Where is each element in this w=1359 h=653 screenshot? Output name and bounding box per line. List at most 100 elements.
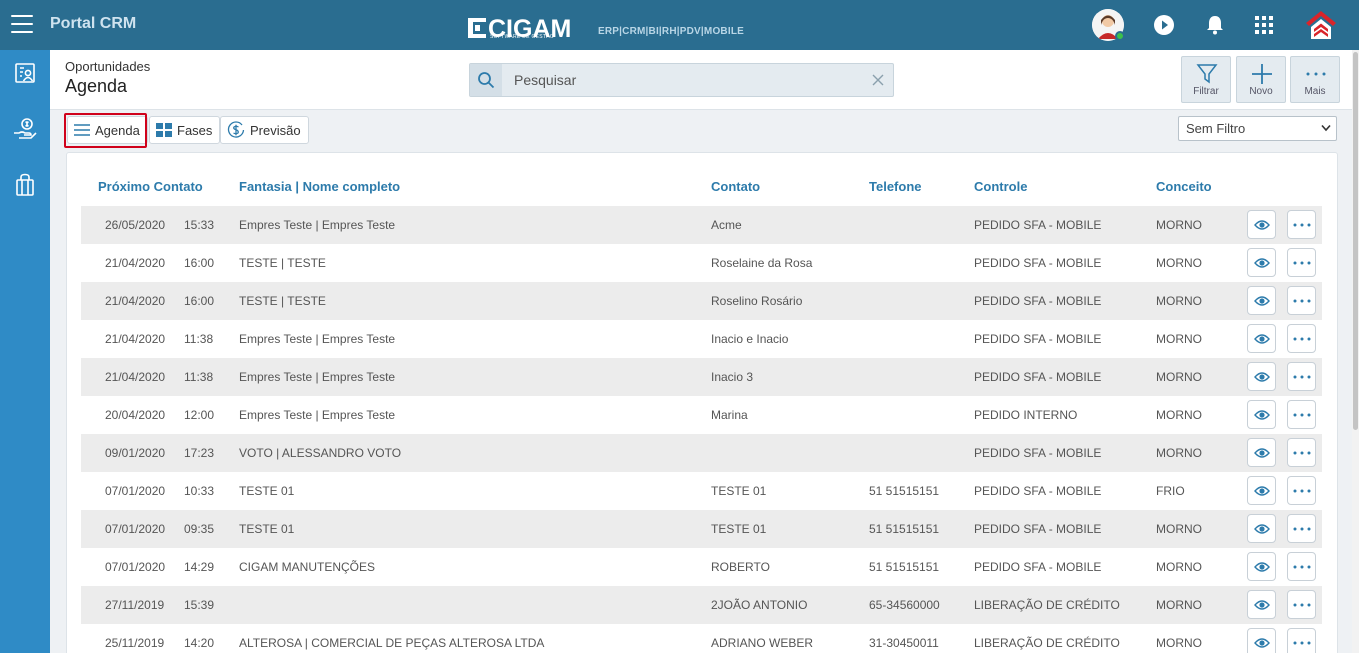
eye-icon	[1253, 637, 1270, 648]
more-icon	[1293, 527, 1310, 530]
filter-icon	[1196, 64, 1218, 84]
row-more-button[interactable]	[1287, 362, 1316, 391]
view-row-button[interactable]	[1247, 476, 1276, 505]
view-row-button[interactable]	[1247, 362, 1276, 391]
table-row[interactable]: 21/04/2020 11:38 Empres Teste | Empres Tes…	[81, 358, 1322, 396]
clear-icon[interactable]	[871, 73, 885, 87]
cell-controle: PEDIDO SFA - MOBILE	[974, 256, 1102, 270]
cell-date: 20/04/2020	[105, 408, 166, 422]
cell-name: Empres Teste | Empres Teste	[239, 218, 396, 232]
more-icon	[1293, 489, 1310, 492]
row-more-button[interactable]	[1287, 438, 1316, 467]
cell-controle: PEDIDO SFA - MOBILE	[974, 332, 1102, 346]
cell-telefone: 51 51515151	[869, 522, 940, 536]
view-row-button[interactable]	[1247, 590, 1276, 619]
cell-name: VOTO | ALESSANDRO VOTO	[239, 446, 402, 460]
table-row[interactable]: 25/11/2019 14:20 ALTEROSA | COMERCIAL DE P…	[81, 624, 1322, 653]
column-header-telefone[interactable]: Telefone	[869, 179, 922, 194]
view-fases-button[interactable]: Fases	[149, 116, 221, 144]
dollar-circle-icon	[227, 121, 245, 139]
table-row[interactable]: 21/04/2020 16:00 TESTE | TESTE Roselaine da…	[81, 244, 1322, 282]
cell-time: 11:38	[184, 332, 214, 346]
row-more-button[interactable]	[1287, 552, 1316, 581]
view-row-button[interactable]	[1247, 286, 1276, 315]
home-icon[interactable]	[1303, 9, 1339, 41]
cell-time: 11:38	[184, 370, 214, 384]
view-fases-label: Fases	[177, 122, 213, 138]
eye-icon	[1253, 371, 1270, 382]
table-row[interactable]: 21/04/2020 11:38 Empres Teste | Empres Tes…	[81, 320, 1322, 358]
breadcrumb[interactable]: Oportunidades	[65, 59, 150, 74]
cell-time: 16:00	[184, 256, 215, 270]
more-button[interactable]: Mais	[1290, 56, 1340, 103]
column-header-controle[interactable]: Controle	[974, 179, 1027, 194]
cell-contato: Inacio e Inacio	[711, 332, 789, 346]
row-more-button[interactable]	[1287, 628, 1316, 653]
bell-icon[interactable]	[1199, 9, 1231, 41]
view-row-button[interactable]	[1247, 248, 1276, 277]
cell-conceito: MORNO	[1156, 560, 1202, 574]
cell-controle: PEDIDO SFA - MOBILE	[974, 446, 1102, 460]
hamburger-menu-icon[interactable]	[11, 15, 33, 35]
view-row-button[interactable]	[1247, 628, 1276, 653]
plus-icon	[1252, 64, 1272, 84]
view-row-button[interactable]	[1247, 324, 1276, 353]
row-more-button[interactable]	[1287, 590, 1316, 619]
cell-name: ALTEROSA | COMERCIAL DE PEÇAS ALTEROSA L…	[239, 636, 545, 650]
play-icon[interactable]	[1148, 9, 1180, 41]
eye-icon	[1253, 447, 1270, 458]
cell-time: 14:20	[184, 636, 215, 650]
sidebar-opportunities-icon[interactable]	[10, 114, 40, 144]
cell-controle: PEDIDO SFA - MOBILE	[974, 294, 1102, 308]
search-input[interactable]	[506, 64, 866, 96]
eye-icon	[1253, 523, 1270, 534]
table-row[interactable]: 07/01/2020 14:29 CIGAM MANUTENÇÕES ROBERTO 5…	[81, 548, 1322, 586]
row-more-button[interactable]	[1287, 210, 1316, 239]
row-more-button[interactable]	[1287, 400, 1316, 429]
view-row-button[interactable]	[1247, 400, 1276, 429]
view-row-button[interactable]	[1247, 210, 1276, 239]
cell-time: 12:00	[184, 408, 215, 422]
cell-conceito: MORNO	[1156, 332, 1202, 346]
scrollbar-thumb[interactable]	[1353, 52, 1358, 430]
row-more-button[interactable]	[1287, 514, 1316, 543]
sidebar-contacts-icon[interactable]	[10, 58, 40, 88]
apps-grid-icon[interactable]	[1248, 9, 1280, 41]
column-header-proximo-contato[interactable]: Próximo Contato	[98, 179, 203, 194]
table-row[interactable]: 26/05/2020 15:33 Empres Teste | Empres Tes…	[81, 206, 1322, 244]
sidebar-bag-icon[interactable]	[10, 170, 40, 200]
view-row-button[interactable]	[1247, 514, 1276, 543]
cell-contato: Roselino Rosário	[711, 294, 803, 308]
row-more-button[interactable]	[1287, 324, 1316, 353]
cell-time: 17:23	[184, 446, 215, 460]
view-previsao-button[interactable]: Previsão	[220, 116, 309, 144]
table-row[interactable]: 07/01/2020 09:35 TESTE 01 TESTE 01 51 515151…	[81, 510, 1322, 548]
view-row-button[interactable]	[1247, 552, 1276, 581]
view-agenda-button[interactable]: Agenda	[67, 116, 148, 144]
cell-controle: PEDIDO SFA - MOBILE	[974, 522, 1102, 536]
cell-date: 07/01/2020	[105, 484, 166, 498]
cell-date: 21/04/2020	[105, 370, 166, 384]
column-header-nome[interactable]: Fantasia | Nome completo	[239, 179, 400, 194]
filter-select[interactable]: Sem Filtro	[1178, 116, 1337, 141]
view-row-button[interactable]	[1247, 438, 1276, 467]
cell-name: Empres Teste | Empres Teste	[239, 370, 396, 384]
table-row[interactable]: 21/04/2020 16:00 TESTE | TESTE Roselino Ros…	[81, 282, 1322, 320]
more-icon	[1306, 72, 1326, 76]
row-more-button[interactable]	[1287, 248, 1316, 277]
table-row[interactable]: 27/11/2019 15:39 2JOÃO ANTONIO 65-34560000 L…	[81, 586, 1322, 624]
more-icon	[1293, 451, 1310, 454]
table-row[interactable]: 20/04/2020 12:00 Empres Teste | Empres Tes…	[81, 396, 1322, 434]
cell-contato: ADRIANO WEBER	[711, 636, 814, 650]
cell-date: 21/04/2020	[105, 294, 166, 308]
new-button[interactable]: Novo	[1236, 56, 1286, 103]
table-row[interactable]: 09/01/2020 17:23 VOTO | ALESSANDRO VOTO PED…	[81, 434, 1322, 472]
search-icon[interactable]	[470, 64, 502, 96]
column-header-conceito[interactable]: Conceito	[1156, 179, 1212, 194]
filter-button[interactable]: Filtrar	[1181, 56, 1231, 103]
table-row[interactable]: 07/01/2020 10:33 TESTE 01 TESTE 01 51 515151…	[81, 472, 1322, 510]
column-header-contato[interactable]: Contato	[711, 179, 760, 194]
more-icon	[1293, 261, 1310, 264]
row-more-button[interactable]	[1287, 476, 1316, 505]
row-more-button[interactable]	[1287, 286, 1316, 315]
